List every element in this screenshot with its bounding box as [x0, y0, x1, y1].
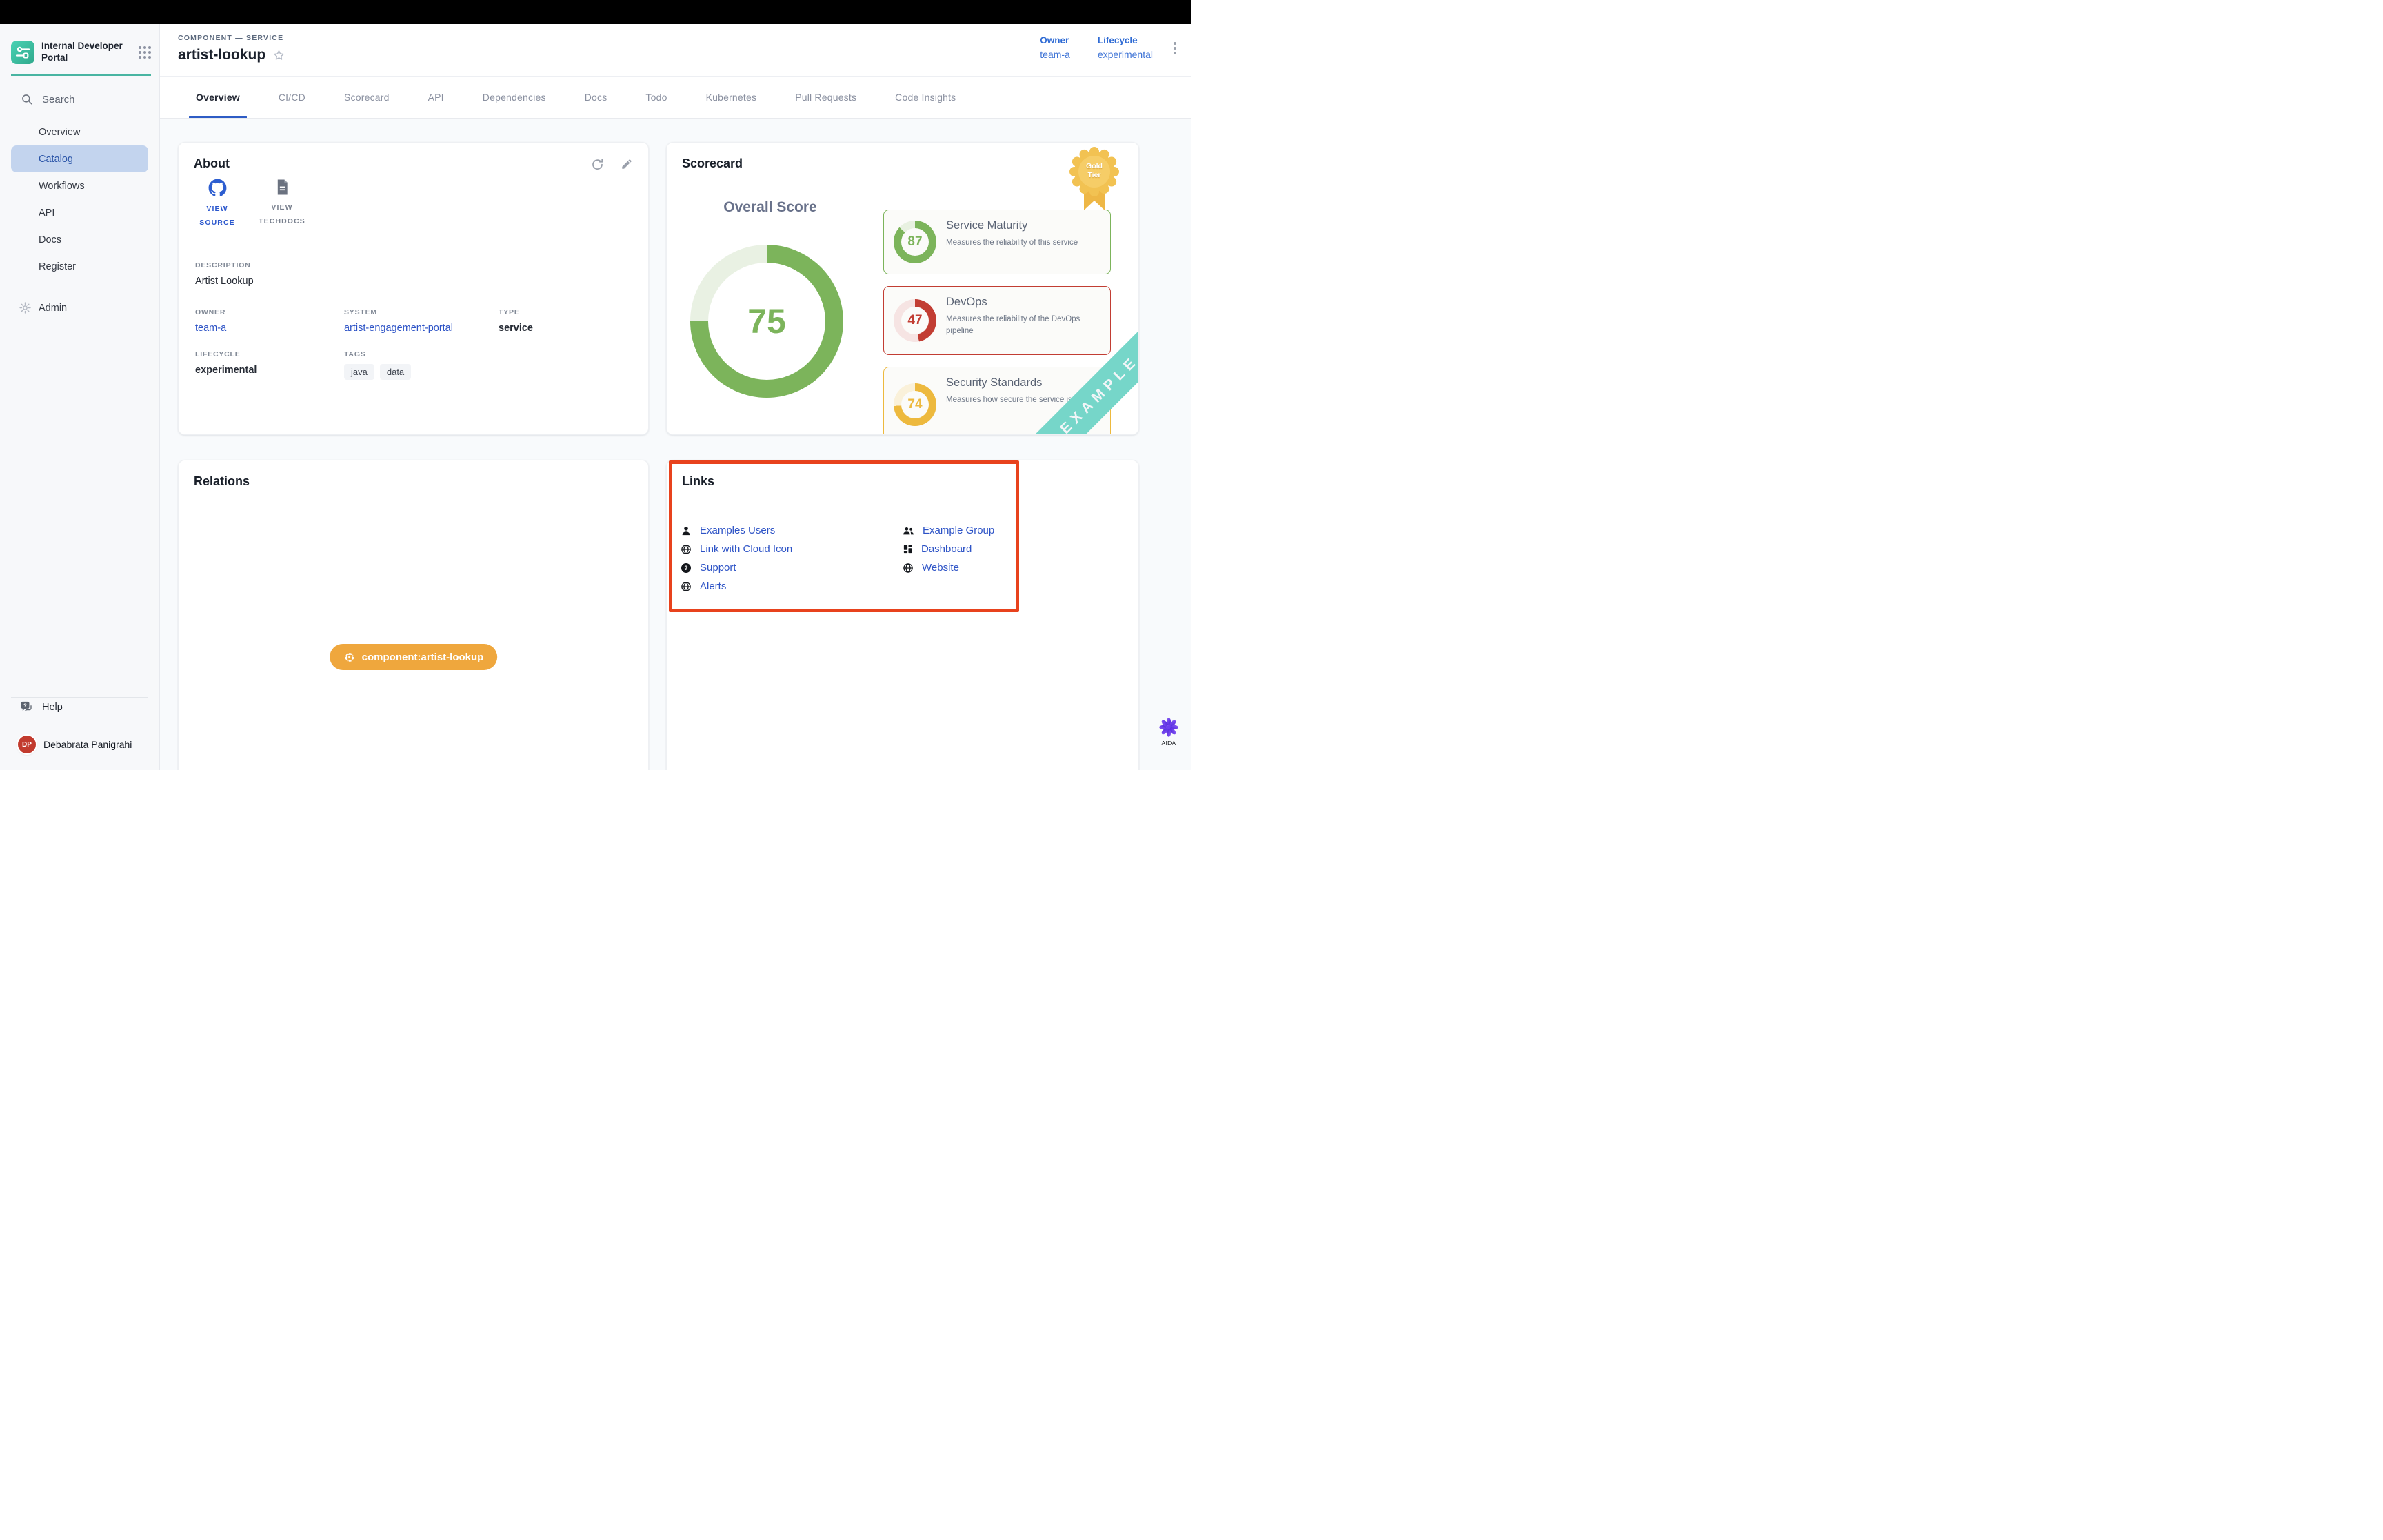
tab-docs[interactable]: Docs [565, 77, 627, 118]
link-example-group[interactable]: Example Group [903, 521, 1125, 540]
sidebar-item-workflows[interactable]: Workflows [11, 172, 148, 199]
document-icon [274, 179, 290, 196]
aida-label: AIDA [1152, 740, 1186, 747]
sidebar-item-api[interactable]: API [11, 199, 148, 226]
help-circle-icon: ? [681, 563, 692, 574]
gold-tier-badge: Gold Tier [1069, 147, 1119, 213]
tag-chip[interactable]: java [344, 364, 374, 380]
view-source-button[interactable]: VIEW SOURCE [195, 179, 239, 230]
tab-api[interactable]: API [409, 77, 463, 118]
metric-card-devops[interactable]: 47 DevOps Measures the reliability of th… [883, 286, 1111, 355]
gold-tier-label: Gold Tier [1080, 162, 1108, 179]
search-icon [21, 93, 33, 105]
overall-score-value: 75 [747, 301, 786, 341]
relations-title: Relations [194, 474, 250, 489]
view-techdocs-button[interactable]: VIEW TECHDOCS [260, 179, 304, 230]
relation-node-chip[interactable]: component:artist-lookup [330, 644, 498, 670]
sidebar-item-catalog[interactable]: Catalog [11, 145, 148, 172]
sidebar-item-overview[interactable]: Overview [11, 119, 148, 145]
header-owner[interactable]: Owner team-a [1040, 35, 1070, 60]
sidebar-search[interactable]: Search [21, 93, 75, 105]
tab-dependencies[interactable]: Dependencies [463, 77, 565, 118]
about-lifecycle-field: LIFECYCLE experimental [195, 350, 257, 376]
overview-content: About VIEW SOURCE [160, 119, 1192, 770]
brand-header: Internal Developer Portal [11, 41, 151, 76]
component-chip-icon [343, 651, 355, 663]
about-system-field: SYSTEM artist-engagement-portal [344, 308, 453, 334]
group-icon [903, 525, 914, 536]
gear-icon [19, 301, 32, 314]
main-area: COMPONENT — SERVICE artist-lookup Owner … [160, 24, 1192, 770]
link-examples-users[interactable]: Examples Users [681, 521, 903, 540]
breadcrumb: COMPONENT — SERVICE [178, 34, 283, 42]
portal-logo-icon [11, 41, 34, 64]
sidebar-item-docs[interactable]: Docs [11, 226, 148, 253]
link-website[interactable]: Website [903, 558, 1125, 577]
page-title: artist-lookup [178, 47, 265, 63]
tab-overview[interactable]: Overview [177, 77, 259, 118]
sidebar-divider [11, 697, 148, 698]
about-type-field: TYPE service [499, 308, 533, 334]
sidebar-item-register[interactable]: Register [11, 253, 148, 280]
top-black-bar [0, 0, 1192, 24]
dashboard-icon [903, 544, 913, 554]
system-link[interactable]: artist-engagement-portal [344, 323, 453, 334]
sidebar-nav: Overview Catalog Workflows API Docs Regi… [11, 119, 148, 280]
tab-todo[interactable]: Todo [626, 77, 686, 118]
relations-card: Relations component:artist-lookup [178, 460, 649, 770]
edit-pencil-icon[interactable] [621, 158, 633, 170]
owner-link[interactable]: team-a [195, 323, 226, 334]
user-icon [681, 525, 692, 536]
overall-score-gauge: 75 [690, 245, 843, 398]
favorite-star-icon[interactable] [272, 49, 285, 62]
globe-icon [681, 544, 692, 555]
link-support[interactable]: ? Support [681, 558, 903, 577]
svg-text:?: ? [684, 565, 688, 571]
tab-code-insights[interactable]: Code Insights [876, 77, 975, 118]
metric-gauge: 74 [894, 383, 936, 426]
svg-text:?: ? [23, 702, 27, 709]
scorecard-title: Scorecard [682, 156, 743, 171]
user-name: Debabrata Panigrahi [43, 739, 132, 750]
scorecard-card: Scorecard Overall Score 75 87 Service Ma… [666, 142, 1139, 435]
metric-card-service-maturity[interactable]: 87 Service Maturity Measures the reliabi… [883, 210, 1111, 274]
sidebar-item-admin[interactable]: Admin [11, 294, 148, 321]
header-lifecycle[interactable]: Lifecycle experimental [1098, 35, 1153, 60]
user-menu[interactable]: DP Debabrata Panigrahi [18, 736, 132, 753]
about-description-field: DESCRIPTION Artist Lookup [195, 261, 254, 287]
links-card: Links Examples Users Link with Cloud Ico… [666, 460, 1139, 770]
tab-kubernetes[interactable]: Kubernetes [687, 77, 776, 118]
link-with-cloud-icon[interactable]: Link with Cloud Icon [681, 540, 903, 558]
tab-cicd[interactable]: CI/CD [259, 77, 325, 118]
links-title: Links [682, 474, 714, 489]
user-avatar: DP [18, 736, 36, 753]
tab-pull-requests[interactable]: Pull Requests [776, 77, 876, 118]
link-dashboard[interactable]: Dashboard [903, 540, 1125, 558]
portal-title: Internal Developer Portal [41, 41, 132, 64]
about-card: About VIEW SOURCE [178, 142, 649, 435]
help-chat-icon: ? [20, 700, 34, 714]
overall-score-label: Overall Score [674, 199, 867, 216]
more-options-icon[interactable] [1171, 39, 1179, 57]
refresh-icon[interactable] [591, 158, 604, 171]
link-alerts[interactable]: Alerts [681, 577, 903, 596]
tag-chip[interactable]: data [380, 364, 411, 380]
sidebar-search-label: Search [42, 94, 75, 105]
metric-gauge: 47 [894, 299, 936, 342]
about-title: About [194, 156, 230, 171]
tab-scorecard[interactable]: Scorecard [325, 77, 409, 118]
sidebar: Internal Developer Portal Search Overvie… [0, 24, 160, 770]
aida-flower-icon [1158, 717, 1179, 738]
sidebar-item-help[interactable]: ? Help [20, 700, 63, 714]
globe-icon [903, 563, 914, 574]
aida-assistant-button[interactable]: AIDA [1152, 717, 1186, 747]
globe-icon [681, 581, 692, 592]
about-tags-field: TAGS java data [344, 350, 411, 380]
entity-tabs: Overview CI/CD Scorecard API Dependencie… [160, 77, 1192, 119]
github-icon [208, 179, 227, 197]
entity-header: COMPONENT — SERVICE artist-lookup Owner … [160, 24, 1192, 77]
apps-grid-icon[interactable] [139, 46, 151, 59]
about-owner-field: OWNER team-a [195, 308, 226, 334]
metric-gauge: 87 [894, 221, 936, 263]
